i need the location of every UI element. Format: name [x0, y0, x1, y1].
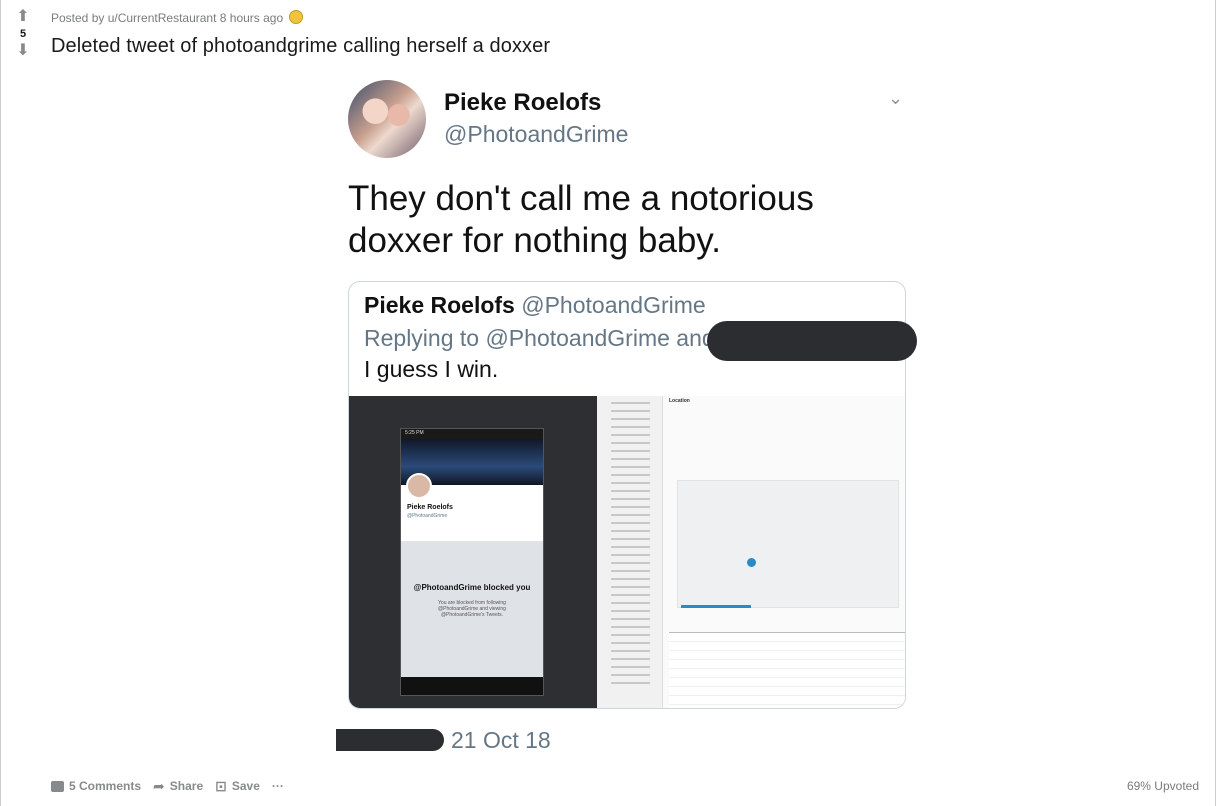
comment-icon [51, 780, 64, 792]
blocked-body: You are blocked from following @Photoand… [438, 600, 506, 618]
award-icon[interactable] [289, 10, 304, 24]
redaction-bar [336, 729, 444, 751]
quoted-tweet-header: Pieke Roelofs @PhotoandGrime [364, 292, 706, 319]
phone-profile: Pieke Roelofs @PhotoandGrime [401, 473, 543, 541]
redaction-bar [707, 321, 917, 361]
phone-status-bar: 5:25 PM [401, 429, 543, 439]
location-marker [747, 558, 756, 567]
quoted-author-handle: @PhotoandGrime [521, 292, 706, 318]
phone-profile-name: Pieke Roelofs [407, 504, 453, 511]
phone-nav-bar [401, 677, 543, 695]
quoted-author-name: Pieke Roelofs [364, 292, 515, 318]
more-options-button[interactable]: ··· [272, 779, 284, 793]
bookmark-icon: ⊡ [215, 778, 227, 794]
chevron-down-icon: ⌄ [888, 88, 904, 108]
analytics-map [677, 480, 899, 608]
downvote-arrow-icon[interactable]: ⬇ [13, 42, 33, 60]
phone-profile-handle: @PhotoandGrime [407, 513, 448, 519]
upvote-ratio: 69% Upvoted [1126, 779, 1199, 793]
tweet-author-handle: @PhotoandGrime [444, 121, 629, 147]
analytics-screenshot: Location [597, 396, 905, 708]
tweet-screenshot-image[interactable]: Pieke Roelofs @PhotoandGrime ⌄ They don'… [336, 75, 936, 760]
analytics-heading: Location [669, 398, 690, 404]
analytics-legend-bar [681, 605, 751, 608]
quoted-replying-to: Replying to @PhotoandGrime and [364, 325, 715, 351]
post-score: 5 [19, 28, 27, 40]
quoted-media-image: 5:25 PM Pieke Roelofs @PhotoandGrime @Ph… [349, 396, 905, 708]
tweet-avatar [348, 80, 426, 158]
share-icon: ➦ [153, 778, 165, 794]
quoted-tweet-text: I guess I win. [364, 356, 499, 382]
post-title[interactable]: Deleted tweet of photoandgrime calling h… [51, 35, 550, 58]
tweet-author-name: Pieke Roelofs [444, 89, 602, 116]
comments-label: 5 Comments [69, 779, 142, 793]
share-button[interactable]: ➦ Share [153, 779, 203, 793]
tweet-text: They don't call me a notorious doxxer fo… [348, 179, 814, 260]
phone-avatar [406, 473, 432, 499]
save-label: Save [231, 779, 260, 793]
save-button[interactable]: ⊡ Save [215, 779, 260, 793]
phone-screenshot: 5:25 PM Pieke Roelofs @PhotoandGrime @Ph… [349, 396, 597, 708]
analytics-sidebar [597, 396, 663, 708]
phone-frame: 5:25 PM Pieke Roelofs @PhotoandGrime @Ph… [400, 428, 544, 696]
post-meta: Posted by u/CurrentRestaurant 8 hours ag… [51, 10, 304, 25]
blocked-title: @PhotoandGrime blocked you [413, 583, 531, 592]
posted-by[interactable]: Posted by u/CurrentRestaurant 8 hours ag… [51, 11, 283, 25]
upvote-arrow-icon[interactable]: ⬆ [13, 8, 33, 26]
reddit-post: ⬆ 5 ⬇ Posted by u/CurrentRestaurant 8 ho… [0, 0, 1216, 806]
comments-button[interactable]: 5 Comments [51, 779, 141, 793]
blocked-notice: @PhotoandGrime blocked you You are block… [401, 541, 543, 618]
tweet-date: 21 Oct 18 [451, 727, 551, 753]
post-actions: 5 Comments ➦ Share ⊡ Save ··· [51, 779, 284, 793]
analytics-table [669, 632, 905, 708]
vote-column: ⬆ 5 ⬇ [9, 8, 37, 60]
share-label: Share [169, 779, 204, 793]
